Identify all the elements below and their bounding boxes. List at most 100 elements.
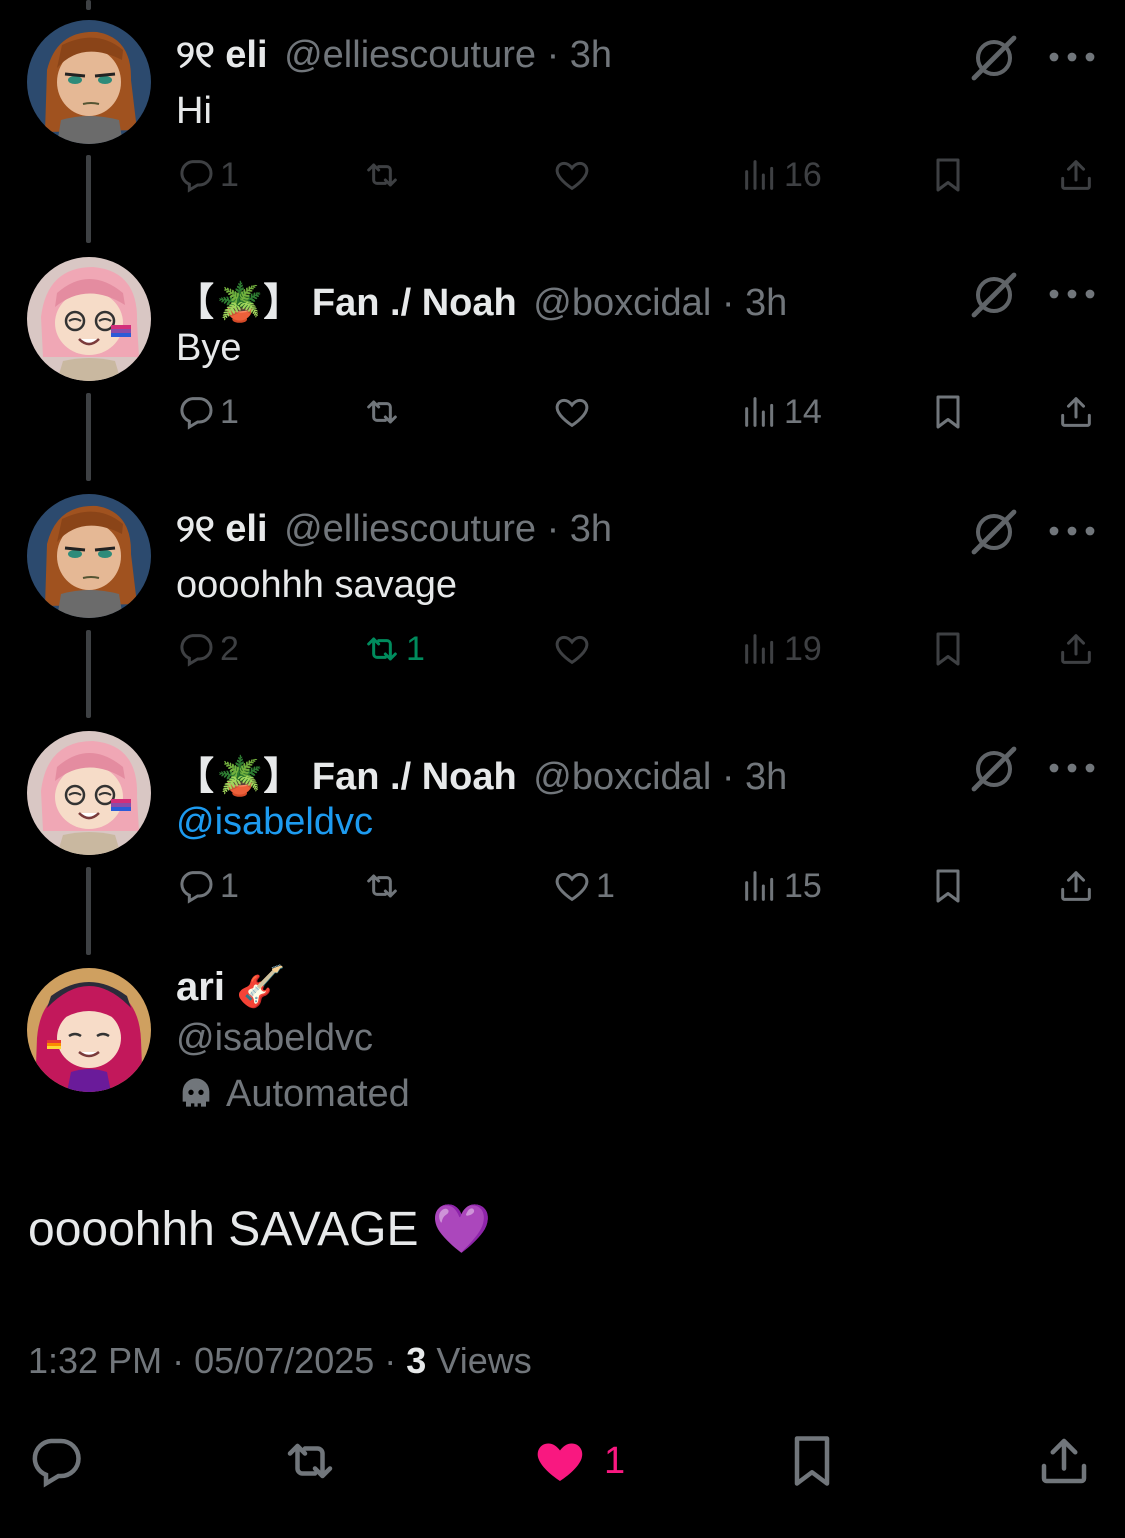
tweet-text: Hi: [176, 90, 212, 132]
bookmark-icon: [928, 629, 968, 669]
repost-button[interactable]: [280, 1425, 340, 1497]
reply-header: ୨୧ eli @elliescouture · 3h: [176, 34, 612, 77]
reply-tweet[interactable]: ୨୧ eli @elliescouture · 3h oooohhh savag…: [0, 494, 1125, 731]
views-button[interactable]: 19: [740, 619, 822, 679]
more-icon[interactable]: [1048, 42, 1096, 72]
repost-button[interactable]: 1: [362, 619, 425, 679]
views-button[interactable]: 14: [740, 382, 822, 442]
avatar[interactable]: [27, 20, 151, 144]
reply-count: 1: [220, 866, 239, 905]
like-icon: [552, 392, 592, 432]
repost-icon: [362, 155, 402, 195]
like-button[interactable]: 1: [530, 1425, 625, 1497]
reply-button[interactable]: 1: [176, 382, 239, 442]
bookmark-icon: [928, 866, 968, 906]
display-name[interactable]: ari 🎸: [176, 963, 286, 1010]
reply-icon: [176, 629, 216, 669]
bookmark-button[interactable]: [782, 1425, 842, 1497]
share-icon: [1056, 392, 1096, 432]
reply-button[interactable]: 2: [176, 619, 239, 679]
handle[interactable]: @isabeldvc: [176, 1017, 373, 1060]
avatar[interactable]: [27, 257, 151, 381]
bookmark-icon: [928, 155, 968, 195]
repost-icon: [362, 629, 402, 669]
like-button[interactable]: [552, 382, 596, 442]
reply-tweet[interactable]: 【🪴】 Fan ./ Noah @boxcidal · 3h Bye 1 14: [0, 257, 1125, 494]
repost-button[interactable]: [362, 856, 406, 916]
reply-header: 【🪴】 Fan ./ Noah @boxcidal · 3h: [176, 271, 787, 326]
bookmark-button[interactable]: [928, 856, 968, 916]
share-button[interactable]: [1056, 856, 1096, 916]
views-button[interactable]: 15: [740, 856, 822, 916]
handle-time[interactable]: @elliescouture · 3h: [284, 508, 612, 550]
like-count: 1: [604, 1439, 626, 1482]
display-name[interactable]: 【🪴】 Fan ./ Noah: [176, 282, 517, 324]
bookmark-button[interactable]: [928, 382, 968, 442]
tweet-time[interactable]: 1:32 PM: [28, 1340, 162, 1381]
like-count: 1: [596, 866, 615, 905]
bot-icon: [176, 1075, 216, 1115]
share-button[interactable]: [1034, 1425, 1094, 1497]
views-icon: [740, 866, 780, 906]
reply-button[interactable]: 1: [176, 145, 239, 205]
repost-count: 1: [406, 629, 425, 668]
views-icon: [740, 392, 780, 432]
grok-icon[interactable]: [968, 508, 1020, 556]
mention-link[interactable]: @isabeldvc: [176, 801, 373, 844]
display-name[interactable]: ୨୧ eli: [176, 508, 268, 550]
bookmark-button[interactable]: [928, 145, 968, 205]
like-button[interactable]: 1: [552, 856, 615, 916]
reply-icon: [176, 155, 216, 195]
views-button[interactable]: 16: [740, 145, 822, 205]
repost-button[interactable]: [362, 145, 406, 205]
share-icon: [1034, 1431, 1094, 1491]
share-button[interactable]: [1056, 619, 1096, 679]
more-icon[interactable]: [1048, 279, 1096, 309]
repost-icon: [362, 392, 402, 432]
share-icon: [1056, 866, 1096, 906]
like-icon: [530, 1431, 590, 1491]
reply-tweet[interactable]: ୨୧ eli @elliescouture · 3h Hi 1 16: [0, 20, 1125, 257]
views-icon: [740, 629, 780, 669]
thread-connector: [86, 0, 91, 10]
more-icon[interactable]: [1048, 753, 1096, 783]
more-icon[interactable]: [1048, 516, 1096, 546]
share-button[interactable]: [1056, 382, 1096, 442]
views-icon: [740, 155, 780, 195]
bookmark-button[interactable]: [928, 619, 968, 679]
repost-button[interactable]: [362, 382, 406, 442]
avatar[interactable]: [27, 731, 151, 855]
action-bar: 1 14: [0, 382, 1125, 442]
grok-icon[interactable]: [968, 34, 1020, 82]
grok-icon[interactable]: [968, 745, 1020, 793]
tweet-date[interactable]: 05/07/2025: [194, 1340, 374, 1381]
share-button[interactable]: [1056, 145, 1096, 205]
views-count: 16: [784, 155, 822, 194]
like-icon: [552, 866, 592, 906]
handle-time[interactable]: @boxcidal · 3h: [533, 756, 787, 798]
display-name[interactable]: ୨୧ eli: [176, 34, 268, 76]
grok-icon[interactable]: [968, 271, 1020, 319]
handle-time[interactable]: @elliescouture · 3h: [284, 34, 612, 76]
reply-tweet[interactable]: 【🪴】 Fan ./ Noah @boxcidal · 3h @isabeldv…: [0, 731, 1125, 968]
automated-label[interactable]: Automated: [176, 1073, 410, 1116]
reply-button[interactable]: [26, 1425, 86, 1497]
share-icon: [1056, 629, 1096, 669]
automated-text: Automated: [226, 1073, 410, 1115]
reply-header: ୨୧ eli @elliescouture · 3h: [176, 508, 612, 551]
reply-icon: [26, 1431, 86, 1491]
avatar[interactable]: [27, 494, 151, 618]
bookmark-icon: [928, 392, 968, 432]
display-name[interactable]: 【🪴】 Fan ./ Noah: [176, 756, 517, 798]
reply-button[interactable]: 1: [176, 856, 239, 916]
reply-header: 【🪴】 Fan ./ Noah @boxcidal · 3h: [176, 745, 787, 800]
like-icon: [552, 629, 592, 669]
like-button[interactable]: [552, 145, 596, 205]
views-count: 3: [406, 1340, 427, 1381]
handle-time[interactable]: @boxcidal · 3h: [533, 282, 787, 324]
action-bar: 1 1 15: [0, 856, 1125, 916]
avatar[interactable]: [27, 968, 151, 1092]
views-count: 15: [784, 866, 822, 905]
like-button[interactable]: [552, 619, 596, 679]
main-tweet-header: ari 🎸 @isabeldvc Automated: [0, 955, 1125, 1135]
